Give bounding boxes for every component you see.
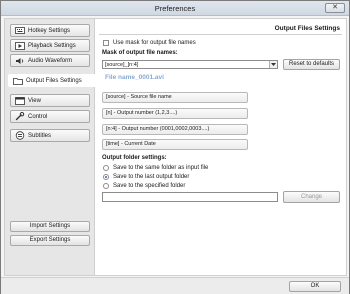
title-bar: Preferences ✕ xyxy=(1,1,349,16)
folder-path-input[interactable] xyxy=(102,192,278,202)
mask-heading: Mask of output file names: xyxy=(102,50,178,56)
playback-icon xyxy=(14,41,25,50)
sidebar-item-view[interactable]: View xyxy=(10,94,90,107)
subtitles-icon xyxy=(14,131,25,140)
token-button-n4[interactable]: [n:4] - Output number (0001,0002,0003...… xyxy=(102,124,248,135)
footer-bar: OK xyxy=(1,277,349,294)
sidebar-item-subtitles[interactable]: Subtitles xyxy=(10,129,90,142)
sidebar-item-label: Playback Settings xyxy=(28,42,76,49)
folder-icon xyxy=(12,76,23,85)
radio-same-folder-label: Save to the same folder as input file xyxy=(113,165,209,171)
token-button-n[interactable]: [n] - Output number (1,2,3....) xyxy=(102,108,248,119)
token-button-source[interactable]: [source] - Source file name xyxy=(102,92,248,103)
panel-title: Output Files Settings xyxy=(274,25,340,32)
sidebar-item-control[interactable]: Control xyxy=(10,110,90,123)
sidebar-item-output-files-settings[interactable]: Output Files Settings xyxy=(8,74,98,87)
sidebar-item-label: Control xyxy=(28,113,48,120)
radio-specified-folder[interactable] xyxy=(103,183,109,189)
sidebar-item-audio-waveform[interactable]: Audio Waveform xyxy=(10,54,90,67)
output-files-panel: Output Files Settings Use mask for outpu… xyxy=(95,18,347,276)
export-settings-button[interactable]: Export Settings xyxy=(10,235,90,246)
speaker-icon xyxy=(14,56,25,65)
chevron-down-icon[interactable] xyxy=(269,61,277,68)
ok-button[interactable]: OK xyxy=(289,281,341,292)
sidebar-item-playback-settings[interactable]: Playback Settings xyxy=(10,39,90,52)
import-settings-button[interactable]: Import Settings xyxy=(10,221,90,232)
file-name-preview: File name_0001.avi xyxy=(105,74,164,81)
divider xyxy=(99,34,342,35)
sidebar-item-label: Subtitles xyxy=(28,132,52,139)
close-button[interactable]: ✕ xyxy=(325,3,345,13)
sidebar-item-label: Output Files Settings xyxy=(26,77,82,84)
use-mask-checkbox[interactable] xyxy=(103,40,109,46)
change-button[interactable]: Change xyxy=(283,191,340,203)
use-mask-label: Use mask for output file names xyxy=(113,40,196,46)
mask-combobox[interactable]: [source]_[n:4] xyxy=(102,60,278,69)
reset-to-defaults-button[interactable]: Reset to defaults xyxy=(283,59,340,70)
sidebar: Hotkey Settings Playback Settings Audio … xyxy=(4,18,98,276)
radio-specified-folder-label: Save to the specified folder xyxy=(113,183,186,189)
keyboard-icon xyxy=(14,26,25,35)
window-title: Preferences xyxy=(154,4,196,13)
mask-value: [source]_[n:4] xyxy=(105,62,139,68)
sidebar-item-hotkey-settings[interactable]: Hotkey Settings xyxy=(10,24,90,37)
sidebar-item-label: Hotkey Settings xyxy=(28,27,71,34)
token-button-time[interactable]: [time] - Current Date xyxy=(102,139,248,150)
radio-last-output-folder[interactable] xyxy=(103,174,109,180)
folder-heading: Output folder settings: xyxy=(102,155,167,161)
wrench-icon xyxy=(14,112,25,121)
sidebar-item-label: View xyxy=(28,97,41,104)
sidebar-item-label: Audio Waveform xyxy=(28,57,73,64)
view-icon xyxy=(14,96,25,105)
radio-same-folder[interactable] xyxy=(103,165,109,171)
preferences-window: Preferences ✕ Hotkey Settings Playback S… xyxy=(0,0,350,294)
radio-last-output-folder-label: Save to the last output folder xyxy=(113,174,190,180)
